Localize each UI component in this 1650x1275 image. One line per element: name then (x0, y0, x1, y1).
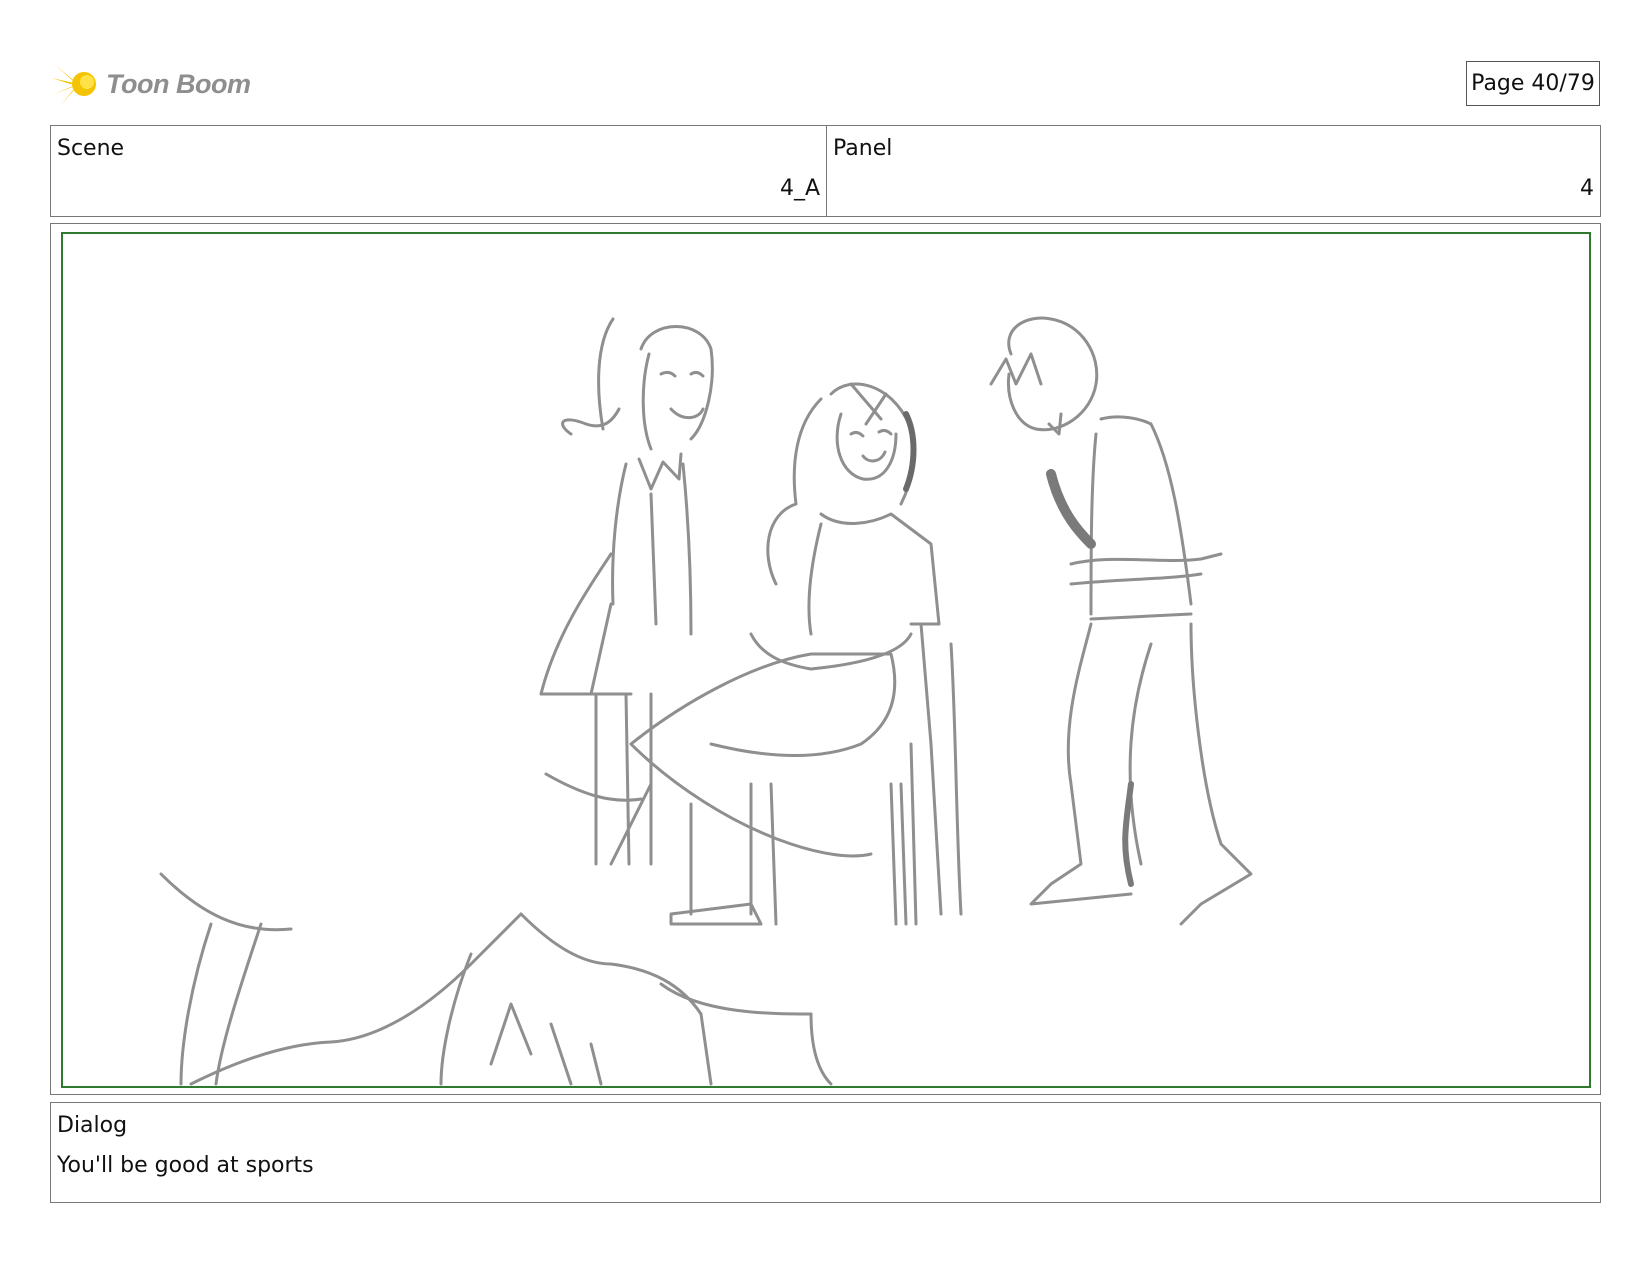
scene-panel-info: Scene 4_A Panel 4 (50, 125, 1601, 217)
toon-boom-logo: Toon Boom (52, 56, 257, 112)
page-number: Page 40/79 (1466, 61, 1600, 106)
pencil-sketch-image (159, 316, 1253, 1086)
panel-cell: Panel 4 (827, 126, 1600, 216)
storyboard-frame (50, 223, 1601, 1095)
dialog-box: Dialog You'll be good at sports (50, 1102, 1601, 1203)
scene-label: Scene (57, 136, 125, 161)
starburst-logo-icon (52, 60, 96, 106)
dialog-label: Dialog (57, 1113, 128, 1138)
scene-cell: Scene 4_A (51, 126, 827, 216)
scene-value: 4_A (779, 176, 820, 201)
dialog-text: You'll be good at sports (57, 1153, 314, 1178)
panel-label: Panel (833, 136, 893, 161)
panel-value: 4 (1580, 176, 1594, 201)
logo-text: Toon Boom (106, 68, 251, 99)
